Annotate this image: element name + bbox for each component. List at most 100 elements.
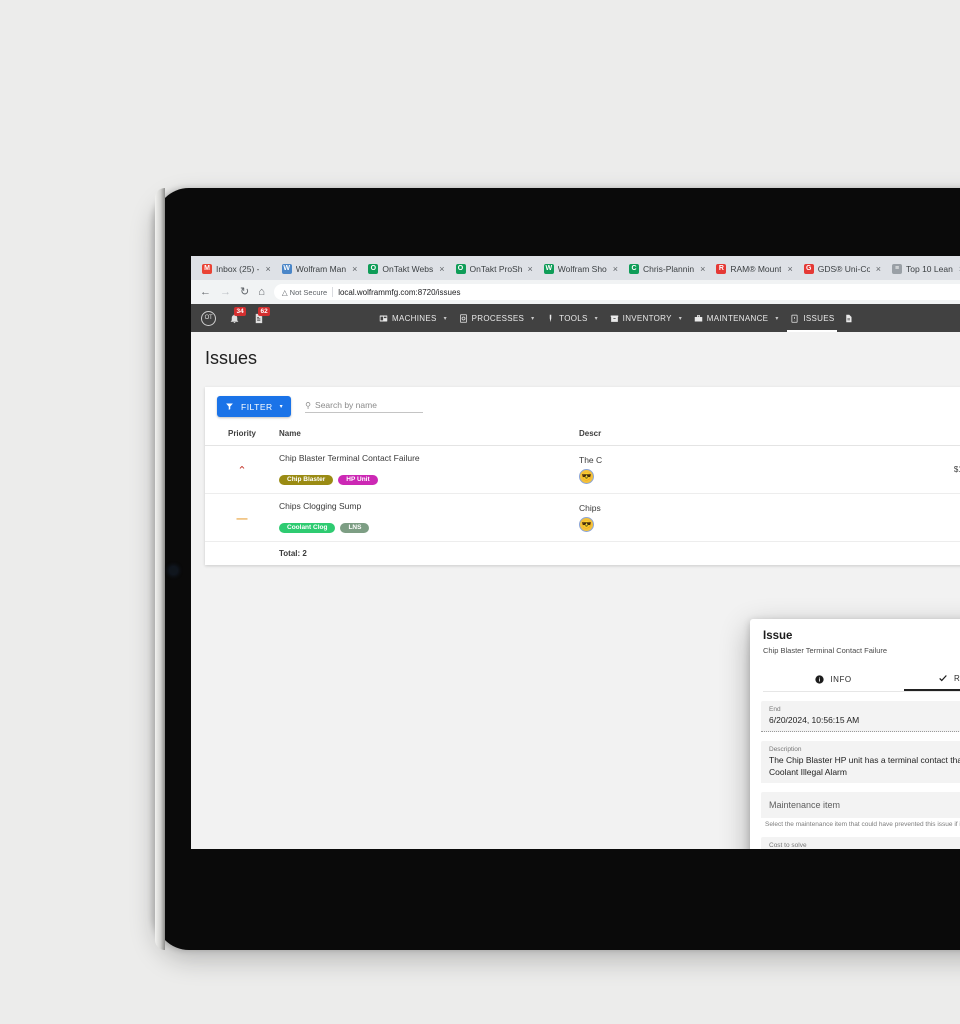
- nav-item-reports[interactable]: [839, 304, 858, 332]
- tab-favicon-icon: W: [281, 264, 292, 274]
- browser-tab[interactable]: O OnTakt ProSh ×: [449, 258, 537, 280]
- browser-tab[interactable]: ≡Top 10 Lean×: [885, 258, 960, 280]
- description-value: The Chip Blaster HP unit has a terminal …: [769, 755, 960, 777]
- back-icon[interactable]: ←: [200, 286, 211, 298]
- issue-description: The C: [579, 455, 603, 465]
- dialog-tab-info[interactable]: i INFO: [763, 666, 904, 691]
- nav-item-label: PROCESSES: [471, 313, 525, 323]
- notifications-button[interactable]: 34: [229, 306, 247, 324]
- reload-icon[interactable]: ↻: [240, 286, 249, 298]
- dialog-tab-label: INFO: [830, 674, 852, 684]
- nav-item-label: MACHINES: [392, 313, 437, 323]
- maintenance-item-placeholder: Maintenance item: [769, 800, 841, 811]
- table-header: Priority Name Descr ↓ Valu: [205, 424, 960, 446]
- nav-item-inventory[interactable]: INVENTORY: [605, 304, 677, 332]
- tab-close-icon[interactable]: ×: [874, 264, 881, 274]
- processes-icon: [459, 313, 468, 323]
- table-row[interactable]: — Chips Clogging Sump Coolant Clog LNS Chips…: [205, 493, 960, 542]
- cost-to-solve-field[interactable]: Cost to solve $ 250 ×: [761, 837, 960, 849]
- column-header-priority[interactable]: Priority: [205, 424, 279, 446]
- column-header-name[interactable]: Name: [279, 424, 579, 446]
- app-nav-items: MACHINES ▾ PROCESSES ▾ TOOLS ▾ INVENTORY ▾ MAINT…: [374, 304, 858, 332]
- security-status[interactable]: △ Not Secure: [282, 288, 327, 297]
- browser-tab[interactable]: W Wolfram Man ×: [275, 258, 362, 280]
- tag-chip[interactable]: Coolant Clog: [279, 522, 336, 533]
- nav-caret-icon[interactable]: ▾: [529, 315, 541, 322]
- nav-item-processes[interactable]: PROCESSES: [454, 304, 530, 332]
- tab-title: RAM® Mount: [730, 264, 782, 274]
- filter-label: FILTER: [241, 401, 273, 412]
- end-date-label: End: [769, 706, 781, 713]
- total-label: Total: 2: [279, 549, 307, 558]
- browser-tab[interactable]: M Inbox (25) - ×: [195, 258, 275, 280]
- tab-close-icon[interactable]: ×: [611, 264, 618, 274]
- tab-close-icon[interactable]: ×: [263, 264, 270, 274]
- issues-table: Priority Name Descr ↓ Valu ⌃ Chip Blaster…: [205, 424, 960, 565]
- browser-tab[interactable]: O OnTakt Webs ×: [361, 258, 448, 280]
- table-body: ⌃ Chip Blaster Terminal Contact Failure Ch…: [205, 445, 960, 566]
- app-logo[interactable]: OT: [201, 310, 216, 326]
- column-header-value[interactable]: ↓ Valu: [879, 424, 960, 446]
- nav-item-label: MAINTENANCE: [706, 313, 769, 323]
- browser-tab[interactable]: C Chris-Plannin ×: [622, 258, 709, 280]
- tab-favicon-icon: G: [803, 264, 814, 274]
- home-icon[interactable]: ⌂: [258, 286, 265, 298]
- description-field[interactable]: Description The Chip Blaster HP unit has…: [761, 741, 960, 784]
- nav-item-maintenance[interactable]: MAINTENANCE: [689, 304, 774, 332]
- total-spacer-2: [579, 542, 879, 566]
- issue-name: Chips Clogging Sump: [279, 501, 362, 511]
- notifications-badge: 34: [234, 306, 247, 316]
- nav-item-label: ISSUES: [803, 313, 835, 323]
- tab-close-icon[interactable]: ×: [350, 264, 357, 274]
- browser-tab[interactable]: W Wolfram Sho ×: [537, 258, 622, 280]
- table-total-row: Total: 2 $1,820.0: [205, 542, 960, 566]
- browser-tab[interactable]: G GDS® Uni-Co ×: [797, 258, 885, 280]
- tab-close-icon[interactable]: ×: [785, 264, 792, 274]
- documents-button[interactable]: 62: [253, 306, 271, 324]
- address-bar[interactable]: △ Not Secure local.wolframmfg.com:8720/i…: [273, 284, 960, 300]
- security-label: Not Secure: [289, 287, 328, 297]
- issue-dialog: Issue Chip Blaster Terminal Contact Fail…: [750, 619, 960, 849]
- tablet-edge: [155, 188, 165, 950]
- end-date-field[interactable]: End 6/20/2024, 10:56:15 AM ✕: [761, 701, 960, 733]
- column-header-description[interactable]: Descr: [579, 424, 879, 446]
- filter-icon: [226, 403, 233, 410]
- nav-caret-icon[interactable]: ▾: [593, 315, 605, 322]
- issues-icon: [790, 314, 799, 323]
- filter-button[interactable]: FILTER ▾: [217, 396, 292, 417]
- warning-triangle-icon: △: [281, 287, 288, 297]
- nav-caret-icon[interactable]: ▾: [442, 315, 454, 322]
- tab-title: GDS® Uni-Co: [817, 264, 870, 274]
- issue-description: Chips: [579, 503, 601, 513]
- forward-icon[interactable]: →: [220, 286, 231, 298]
- maintenance-item-select[interactable]: Maintenance item ▾: [761, 792, 960, 819]
- tab-title: Wolfram Sho: [557, 264, 607, 274]
- search-box[interactable]: ⚲ Search by name: [305, 400, 424, 413]
- cell-description: Chips 😎: [579, 493, 879, 542]
- tag-chip[interactable]: HP Unit: [338, 474, 378, 485]
- tab-close-icon[interactable]: ×: [698, 264, 705, 274]
- maintenance-item-hint: Select the maintenance item that could h…: [765, 821, 960, 829]
- nav-item-machines[interactable]: MACHINES: [374, 304, 442, 332]
- tag-chip[interactable]: LNS: [340, 522, 370, 533]
- nav-caret-icon[interactable]: ▾: [677, 315, 689, 322]
- dialog-tab-resolution[interactable]: RESOLUTION: [904, 666, 960, 691]
- tab-favicon-icon: C: [629, 264, 640, 274]
- svg-text:i: i: [819, 677, 821, 683]
- tag-chip[interactable]: Chip Blaster: [279, 474, 334, 485]
- tab-close-icon[interactable]: ×: [526, 264, 533, 274]
- table-row[interactable]: ⌃ Chip Blaster Terminal Contact Failure Ch…: [205, 445, 960, 494]
- maintenance-icon: [694, 314, 703, 323]
- table-header-row: Priority Name Descr ↓ Valu: [205, 424, 960, 446]
- documents-badge: 62: [258, 306, 271, 316]
- cell-value: $1,260.0: [879, 445, 960, 494]
- nav-item-issues[interactable]: ISSUES: [785, 304, 839, 332]
- search-placeholder: Search by name: [315, 400, 377, 410]
- tab-favicon-icon: M: [202, 264, 212, 274]
- browser-tab[interactable]: R RAM® Mount ×: [709, 258, 796, 280]
- nav-caret-icon[interactable]: ▾: [773, 315, 785, 322]
- nav-item-tools[interactable]: TOOLS: [541, 304, 592, 332]
- tab-close-icon[interactable]: ×: [437, 264, 444, 274]
- dialog-subtitle: Chip Blaster Terminal Contact Failure: [763, 646, 888, 655]
- issues-card: FILTER ▾ ⚲ Search by name Priority Name …: [205, 387, 960, 565]
